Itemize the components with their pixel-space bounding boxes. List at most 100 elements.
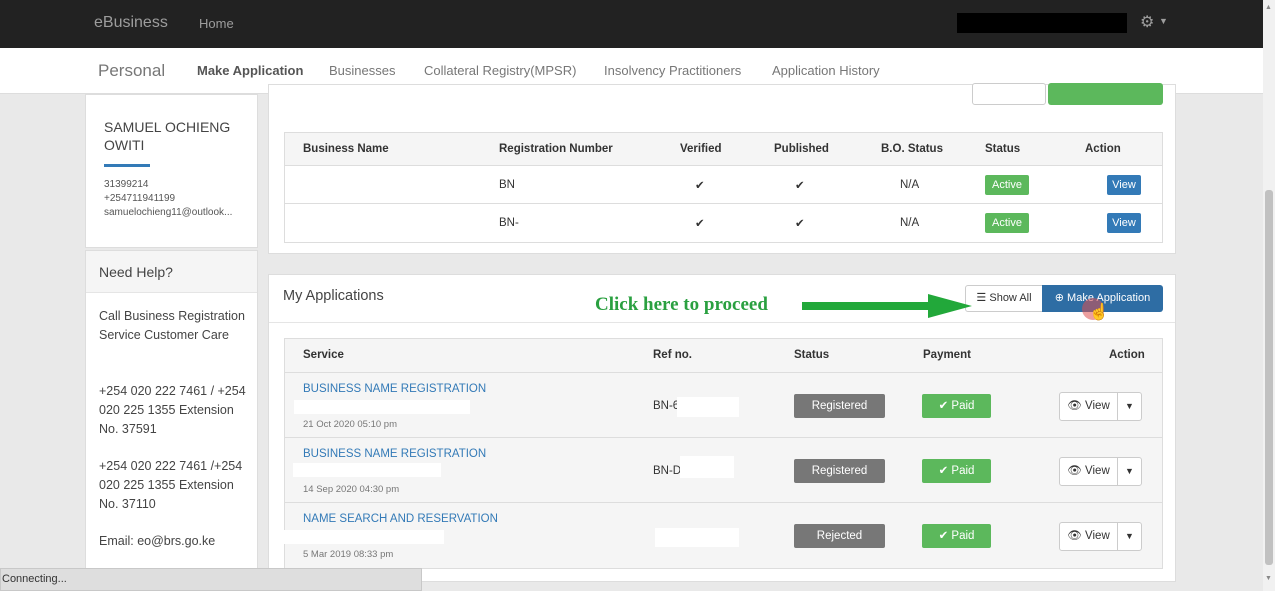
view-label: View bbox=[1085, 465, 1110, 477]
chevron-down-icon[interactable]: ▼ bbox=[1117, 392, 1142, 421]
col-bo-status: B.O. Status bbox=[881, 143, 943, 155]
service-link[interactable]: NAME SEARCH AND RESERVATION bbox=[303, 513, 498, 525]
tutorial-annotation: Click here to proceed bbox=[595, 294, 768, 315]
profile-divider bbox=[104, 164, 150, 167]
eye-icon: 👁 bbox=[1067, 465, 1086, 477]
verified-check-icon: ✔ bbox=[695, 180, 705, 192]
col-registration-number: Registration Number bbox=[499, 143, 613, 155]
browser-status-text: Connecting... bbox=[2, 573, 67, 585]
ref-number: BN-D bbox=[653, 465, 682, 477]
registration-number: BN- bbox=[499, 217, 519, 229]
verified-check-icon: ✔ bbox=[695, 218, 705, 230]
nav-businesses[interactable]: Businesses bbox=[329, 63, 395, 78]
page-scrollbar[interactable]: ▲ ▼ bbox=[1263, 0, 1275, 591]
payment-label: Paid bbox=[951, 530, 975, 542]
profile-id: 31399214 bbox=[104, 179, 149, 190]
check-circle-icon: ✔ bbox=[938, 465, 952, 477]
chevron-down-icon[interactable]: ▼ bbox=[1159, 16, 1168, 26]
nav-home-link[interactable]: Home bbox=[199, 16, 234, 31]
col-status: Status bbox=[794, 349, 830, 361]
payment-label: Paid bbox=[951, 400, 975, 412]
chevron-down-icon[interactable]: ▼ bbox=[1117, 457, 1142, 486]
view-business-button[interactable]: View bbox=[1107, 213, 1141, 233]
check-circle-icon: ✔ bbox=[938, 530, 952, 542]
plus-circle-icon: ⊕ bbox=[1054, 292, 1064, 304]
businesses-table: Business Name Registration Number Verifi… bbox=[284, 132, 1163, 243]
col-published: Published bbox=[774, 143, 829, 155]
redacted-business-name bbox=[303, 217, 417, 233]
nav-collateral-registry[interactable]: Collateral Registry(MPSR) bbox=[424, 63, 576, 78]
registration-number: BN bbox=[499, 179, 515, 191]
table-row: BUSINESS NAME REGISTRATION 21 Oct 2020 0… bbox=[285, 373, 1162, 438]
help-email: Email: eo@brs.go.ke bbox=[99, 534, 216, 548]
chevron-down-icon[interactable]: ▼ bbox=[1117, 522, 1142, 551]
table-row: BUSINESS NAME REGISTRATION 14 Sep 2020 0… bbox=[285, 438, 1162, 503]
show-all-businesses-button[interactable] bbox=[972, 83, 1046, 105]
scroll-down-icon[interactable]: ▼ bbox=[1265, 575, 1272, 582]
redacted-detail bbox=[294, 400, 470, 414]
scroll-up-icon[interactable]: ▲ bbox=[1265, 4, 1272, 11]
applications-panel: My Applications ☰ Show All ⊕ Make Applic… bbox=[268, 274, 1176, 582]
eye-icon: 👁 bbox=[1067, 400, 1086, 412]
status-badge: Rejected bbox=[794, 524, 885, 548]
status-badge: Registered bbox=[794, 394, 885, 418]
applications-table: Service Ref no. Status Payment Action BU… bbox=[284, 338, 1163, 569]
published-check-icon: ✔ bbox=[795, 218, 805, 230]
panel-divider bbox=[269, 322, 1175, 323]
show-all-label: Show All bbox=[989, 292, 1032, 304]
view-business-button[interactable]: View bbox=[1107, 175, 1141, 195]
user-menu-redacted[interactable] bbox=[957, 13, 1127, 33]
payment-label: Paid bbox=[951, 465, 975, 477]
list-icon: ☰ bbox=[976, 292, 987, 304]
col-payment: Payment bbox=[923, 349, 971, 361]
show-all-button[interactable]: ☰ Show All bbox=[965, 285, 1043, 312]
col-status: Status bbox=[985, 143, 1021, 155]
table-row: BN- ✔ ✔ N/A Active View bbox=[285, 204, 1162, 242]
nav-insolvency-practitioners[interactable]: Insolvency Practitioners bbox=[604, 63, 741, 78]
add-business-button[interactable] bbox=[1048, 83, 1163, 105]
table-row: BN ✔ ✔ N/A Active View bbox=[285, 166, 1162, 204]
help-card: Need Help? Call Business Registration Se… bbox=[85, 250, 258, 570]
check-circle-icon: ✔ bbox=[938, 400, 952, 412]
view-button[interactable]: 👁 View bbox=[1059, 457, 1118, 486]
help-phones-1: +254 020 222 7461 / +254 020 225 1355 Ex… bbox=[99, 384, 246, 436]
applications-title: My Applications bbox=[283, 288, 384, 304]
status-badge: Active bbox=[985, 213, 1029, 233]
view-button[interactable]: 👁 View bbox=[1059, 392, 1118, 421]
published-check-icon: ✔ bbox=[795, 180, 805, 192]
help-header: Need Help? bbox=[86, 251, 257, 293]
view-button[interactable]: 👁 View bbox=[1059, 522, 1118, 551]
payment-badge: ✔ Paid bbox=[922, 394, 991, 418]
browser-status-bar: Connecting... bbox=[0, 568, 422, 591]
help-call-text: Call Business Registration Service Custo… bbox=[99, 309, 245, 342]
table-header: Service Ref no. Status Payment Action bbox=[285, 339, 1162, 373]
nav-make-application[interactable]: Make Application bbox=[197, 63, 303, 78]
top-navbar: eBusiness Home ⚙ ▼ bbox=[0, 0, 1263, 48]
application-date: 5 Mar 2019 08:33 pm bbox=[303, 549, 394, 560]
redacted-ref bbox=[677, 397, 739, 417]
profile-name: SAMUEL OCHIENG OWITI bbox=[104, 119, 231, 153]
redacted-ref bbox=[655, 528, 739, 547]
view-label: View bbox=[1085, 400, 1110, 412]
profile-email: samuelochieng11@outlook... bbox=[104, 207, 233, 218]
profile-card: SAMUEL OCHIENG OWITI 31399214 +254711941… bbox=[85, 94, 258, 248]
table-header: Business Name Registration Number Verifi… bbox=[285, 133, 1162, 166]
application-date: 14 Sep 2020 04:30 pm bbox=[303, 484, 400, 495]
service-link[interactable]: BUSINESS NAME REGISTRATION bbox=[303, 448, 486, 460]
col-business-name: Business Name bbox=[303, 143, 389, 155]
payment-badge: ✔ Paid bbox=[922, 459, 991, 483]
payment-badge: ✔ Paid bbox=[922, 524, 991, 548]
status-badge: Active bbox=[985, 175, 1029, 195]
scroll-thumb[interactable] bbox=[1265, 190, 1273, 565]
service-link[interactable]: BUSINESS NAME REGISTRATION bbox=[303, 383, 486, 395]
brand-logo[interactable]: eBusiness bbox=[94, 14, 168, 32]
nav-application-history[interactable]: Application History bbox=[772, 63, 880, 78]
bo-status: N/A bbox=[900, 217, 920, 229]
gear-icon[interactable]: ⚙ bbox=[1140, 12, 1154, 32]
redacted-ref bbox=[680, 456, 734, 478]
bo-status: N/A bbox=[900, 179, 920, 191]
view-label: View bbox=[1085, 530, 1110, 542]
redacted-detail bbox=[293, 463, 441, 477]
status-badge: Registered bbox=[794, 459, 885, 483]
table-row: NAME SEARCH AND RESERVATION 5 Mar 2019 0… bbox=[284, 503, 1162, 568]
